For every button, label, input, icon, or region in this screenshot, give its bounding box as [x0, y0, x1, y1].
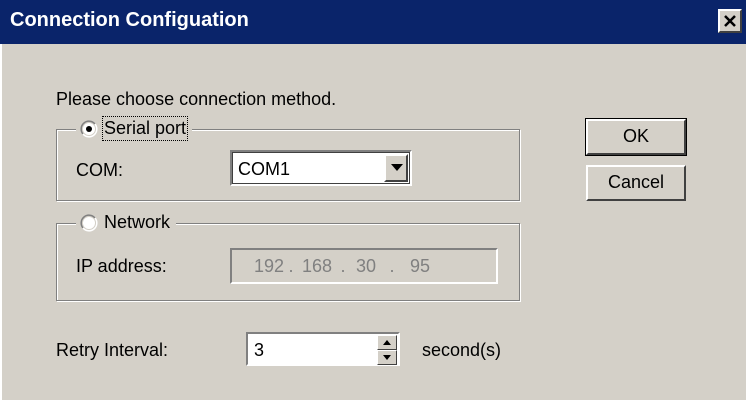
- serial-radio-icon[interactable]: [80, 119, 98, 138]
- spin-buttons: [377, 335, 397, 365]
- window-title: Connection Configuation: [10, 9, 249, 31]
- spin-up-button[interactable]: [377, 335, 397, 350]
- ip-address-label: IP address:: [76, 256, 167, 276]
- ip-address-field[interactable]: 192 . 168 . 30 . 95: [230, 248, 498, 284]
- retry-interval-value: 3: [254, 340, 265, 360]
- network-label: Network: [104, 212, 171, 232]
- network-radio-icon[interactable]: [80, 213, 98, 232]
- close-button[interactable]: [718, 9, 742, 33]
- retry-interval-spinner[interactable]: 3: [246, 332, 400, 366]
- title-bar[interactable]: Connection Configuation: [0, 0, 746, 44]
- window-frame-edge: [0, 44, 2, 400]
- retry-unit-label: second(s): [422, 340, 502, 360]
- ip-octet-3: 30: [355, 255, 377, 276]
- ip-dot: .: [340, 255, 346, 276]
- chevron-down-icon: [391, 164, 403, 171]
- network-radio[interactable]: Network: [76, 212, 177, 233]
- ip-dot: .: [389, 255, 395, 276]
- spin-down-icon: [383, 355, 391, 360]
- prompt-text: Please choose connection method.: [56, 89, 337, 109]
- ip-dot: .: [288, 255, 294, 276]
- ip-octet-4: 95: [409, 255, 431, 276]
- retry-interval-label: Retry Interval:: [56, 340, 169, 360]
- com-select[interactable]: COM1: [230, 150, 412, 186]
- com-select-value: COM1: [238, 159, 291, 179]
- serial-port-radio[interactable]: Serial port: [76, 116, 193, 141]
- spin-up-icon: [383, 340, 391, 345]
- close-icon: [724, 15, 736, 27]
- spin-down-button[interactable]: [377, 350, 397, 365]
- com-label: COM:: [76, 160, 123, 180]
- com-dropdown-button[interactable]: [384, 154, 408, 182]
- ok-button[interactable]: OK: [585, 118, 687, 156]
- serial-port-label: Serial port: [101, 116, 189, 141]
- cancel-button[interactable]: Cancel: [586, 165, 686, 201]
- ip-octet-2: 168: [301, 255, 333, 276]
- ip-octet-1: 192: [253, 255, 284, 276]
